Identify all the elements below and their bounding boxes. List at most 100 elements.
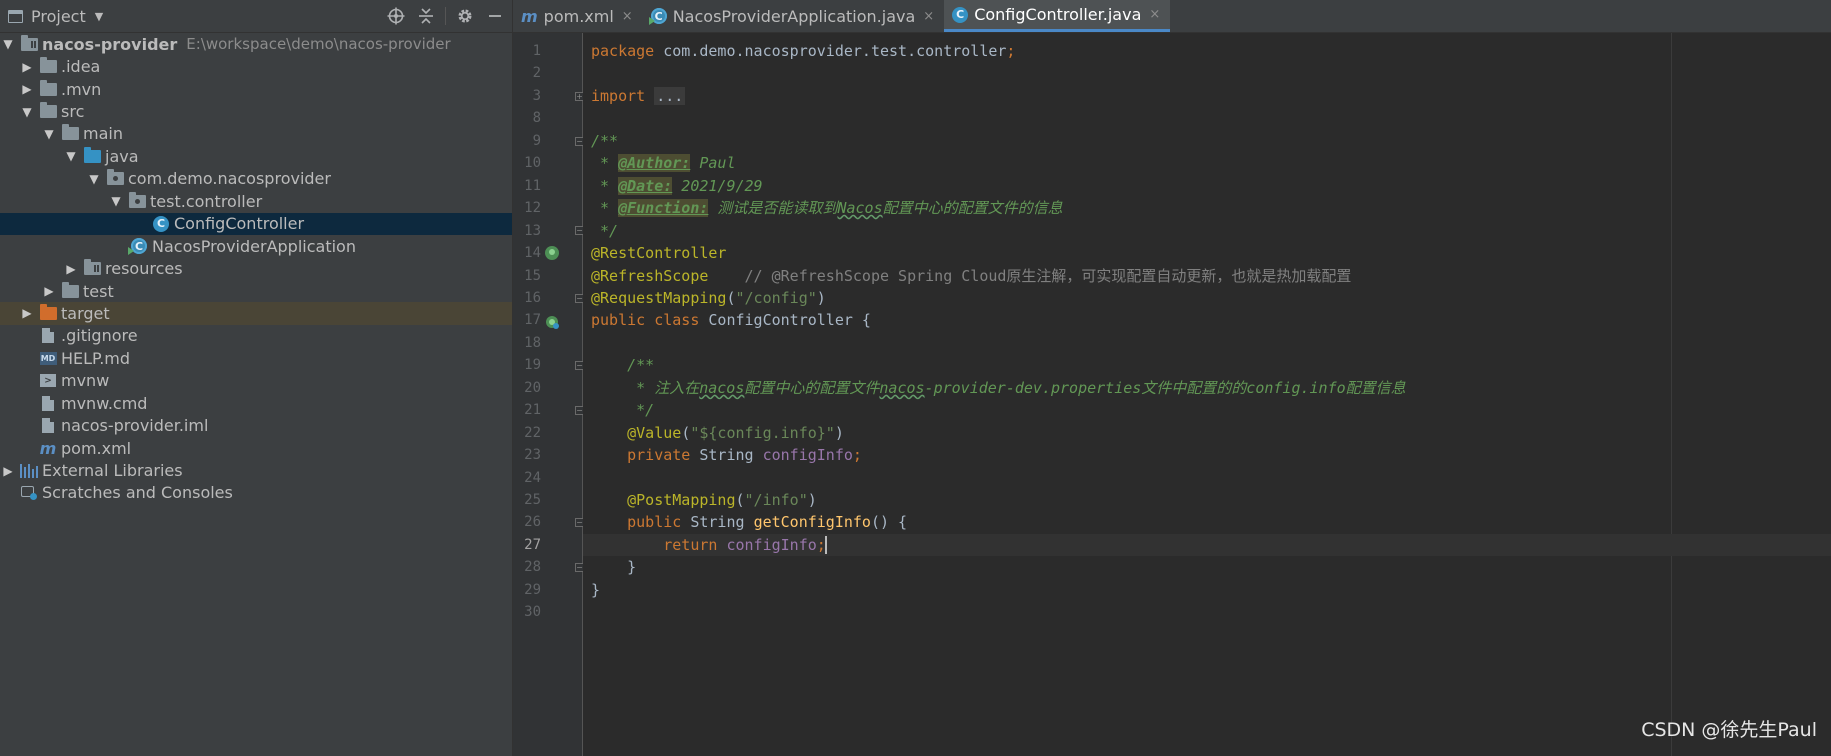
code-line[interactable]: */ (583, 220, 1831, 242)
code-line-text: */ (591, 399, 654, 421)
code-token: * 注入在 (591, 378, 700, 397)
code-line[interactable]: @Value("${config.info}") (583, 422, 1831, 444)
code-line[interactable]: public String getConfigInfo() { (583, 511, 1831, 533)
collapse-arrow-icon[interactable]: ▶ (41, 284, 57, 298)
code-line[interactable]: * @Function: 测试是否能读取到Nacos配置中心的配置文件的信息 (583, 197, 1831, 219)
collapse-arrow-icon[interactable]: ▶ (63, 262, 79, 276)
tree-item-main[interactable]: ▼ main (0, 123, 512, 145)
code-line[interactable]: public class ConfigController { (583, 309, 1831, 331)
terminal-file-icon: > (39, 373, 57, 389)
project-tree: ▼ nacos-provider E:\workspace\demo\nacos… (0, 33, 512, 504)
code-line[interactable]: /** (583, 130, 1831, 152)
code-line[interactable] (583, 601, 1831, 623)
tree-item-gitignore[interactable]: .gitignore (0, 325, 512, 347)
code-line-text: import ... (591, 85, 686, 107)
close-icon[interactable]: × (923, 9, 934, 24)
code-token: 测试是否能读取到 (708, 199, 838, 218)
code-line[interactable]: /** (583, 354, 1831, 376)
minimize-icon[interactable] (484, 5, 506, 27)
tab-nacosproviderapplication[interactable]: C NacosProviderApplication.java × (643, 0, 944, 32)
javadoc-tag: @Date: (618, 176, 673, 195)
scratches-icon (20, 485, 38, 501)
code-line[interactable]: @RefreshScope // @RefreshScope Spring Cl… (583, 265, 1831, 287)
code-line[interactable]: @RequestMapping("/config") (583, 287, 1831, 309)
expand-arrow-icon[interactable]: ▼ (63, 149, 79, 163)
code-token: */ (591, 221, 619, 240)
code-line[interactable]: package com.demo.nacosprovider.test.cont… (583, 40, 1831, 62)
tree-item-java[interactable]: ▼ java (0, 145, 512, 167)
code-line[interactable]: @PostMapping("/info") (583, 489, 1831, 511)
code-line-text: @Value("${config.info}") (591, 422, 844, 444)
tree-item-external-libraries[interactable]: ▶ External Libraries (0, 459, 512, 481)
expand-arrow-icon[interactable]: ▼ (19, 105, 35, 119)
collapse-icon[interactable] (415, 5, 437, 27)
tree-item-package-nacosprovider[interactable]: ▼ com.demo.nacosprovider (0, 168, 512, 190)
collapse-arrow-icon[interactable]: ▶ (19, 60, 35, 74)
collapse-arrow-icon[interactable]: ▶ (0, 464, 16, 478)
expand-arrow-icon[interactable]: ▼ (108, 194, 124, 208)
code-line[interactable]: return configInfo; (583, 533, 1831, 557)
tree-item-mvnw-cmd[interactable]: mvnw.cmd (0, 392, 512, 414)
gear-icon[interactable] (454, 5, 476, 27)
code-line-text: * 注入在nacos配置中心的配置文件nacos-provider-dev.pr… (591, 377, 1405, 399)
tree-item-scratches[interactable]: Scratches and Consoles (0, 482, 512, 504)
close-icon[interactable]: × (622, 9, 633, 24)
code-line[interactable]: } (583, 556, 1831, 578)
code-line-text: return configInfo; (591, 534, 827, 556)
tree-item-label: External Libraries (42, 461, 183, 481)
collapse-arrow-icon[interactable]: ▶ (19, 306, 35, 320)
tree-item-configcontroller[interactable]: C ConfigController (0, 212, 512, 235)
line-number: 11 (524, 177, 541, 194)
close-icon[interactable]: × (1149, 7, 1160, 22)
code-editor[interactable]: package com.demo.nacosprovider.test.cont… (583, 33, 1831, 756)
spring-boot-app-icon: C (648, 8, 667, 25)
code-token: public (591, 513, 691, 532)
folded-imports-placeholder[interactable]: ... (654, 86, 686, 105)
code-line[interactable]: * 注入在nacos配置中心的配置文件nacos-provider-dev.pr… (583, 377, 1831, 399)
code-line[interactable] (583, 107, 1831, 129)
tree-item-help-md[interactable]: MD HELP.md (0, 347, 512, 369)
tree-item-label: .idea (61, 57, 101, 77)
code-token: "/info" (744, 491, 808, 509)
tab-configcontroller[interactable]: C ConfigController.java × (944, 0, 1171, 32)
expand-arrow-icon[interactable]: ▼ (0, 37, 16, 51)
expand-arrow-icon[interactable]: ▼ (86, 172, 102, 186)
tree-item-package-test-controller[interactable]: ▼ test.controller (0, 190, 512, 212)
code-token: "/config" (735, 288, 817, 307)
collapse-arrow-icon[interactable]: ▶ (19, 82, 35, 96)
editor-gutter[interactable]: 1 2 3 +8 9−10 11 12 13−14 15 16−17 18 19−20 21−22 23 2… (513, 33, 584, 756)
tree-item-test[interactable]: ▶ test (0, 280, 512, 302)
code-line[interactable]: * @Date: 2021/9/29 (583, 175, 1831, 197)
code-line[interactable]: */ (583, 399, 1831, 421)
spring-bean-gutter-icon[interactable] (545, 246, 559, 261)
code-line[interactable] (583, 467, 1831, 489)
spring-endpoint-gutter-icon[interactable] (545, 314, 559, 329)
tree-item-label: .mvn (61, 79, 102, 99)
code-line[interactable]: } (583, 579, 1831, 601)
tree-item-resources[interactable]: ▶ resources (0, 257, 512, 279)
tree-item-iml[interactable]: nacos-provider.iml (0, 414, 512, 436)
code-line[interactable] (583, 62, 1831, 84)
tree-item-mvnw[interactable]: > mvnw (0, 370, 512, 392)
project-view-selector[interactable]: Project ▼ (8, 7, 103, 26)
tree-item-nacosproviderapplication[interactable]: C NacosProviderApplication (0, 235, 512, 257)
tree-item-label: test (83, 281, 114, 301)
tree-item-pom-xml[interactable]: m pom.xml (0, 437, 512, 459)
tree-item-mvn[interactable]: ▶ .mvn (0, 78, 512, 100)
tree-item-nacos-provider[interactable]: ▼ nacos-provider E:\workspace\demo\nacos… (0, 33, 512, 55)
code-line[interactable]: private String configInfo; (583, 444, 1831, 466)
code-token: */ (591, 401, 655, 420)
code-token: nacos (879, 378, 925, 397)
code-line[interactable]: * @Author: Paul (583, 152, 1831, 174)
code-line[interactable]: import ... (583, 85, 1831, 107)
code-token: ( (726, 288, 736, 307)
tree-item-src[interactable]: ▼ src (0, 100, 512, 122)
tab-pom-xml[interactable]: m pom.xml × (513, 0, 643, 32)
file-icon (39, 395, 57, 411)
tree-item-target[interactable]: ▶ target (0, 302, 512, 325)
code-line[interactable] (583, 332, 1831, 354)
code-line[interactable]: @RestController (583, 242, 1831, 264)
expand-arrow-icon[interactable]: ▼ (41, 127, 57, 141)
target-icon[interactable] (385, 5, 407, 27)
tree-item-idea[interactable]: ▶ .idea (0, 55, 512, 77)
